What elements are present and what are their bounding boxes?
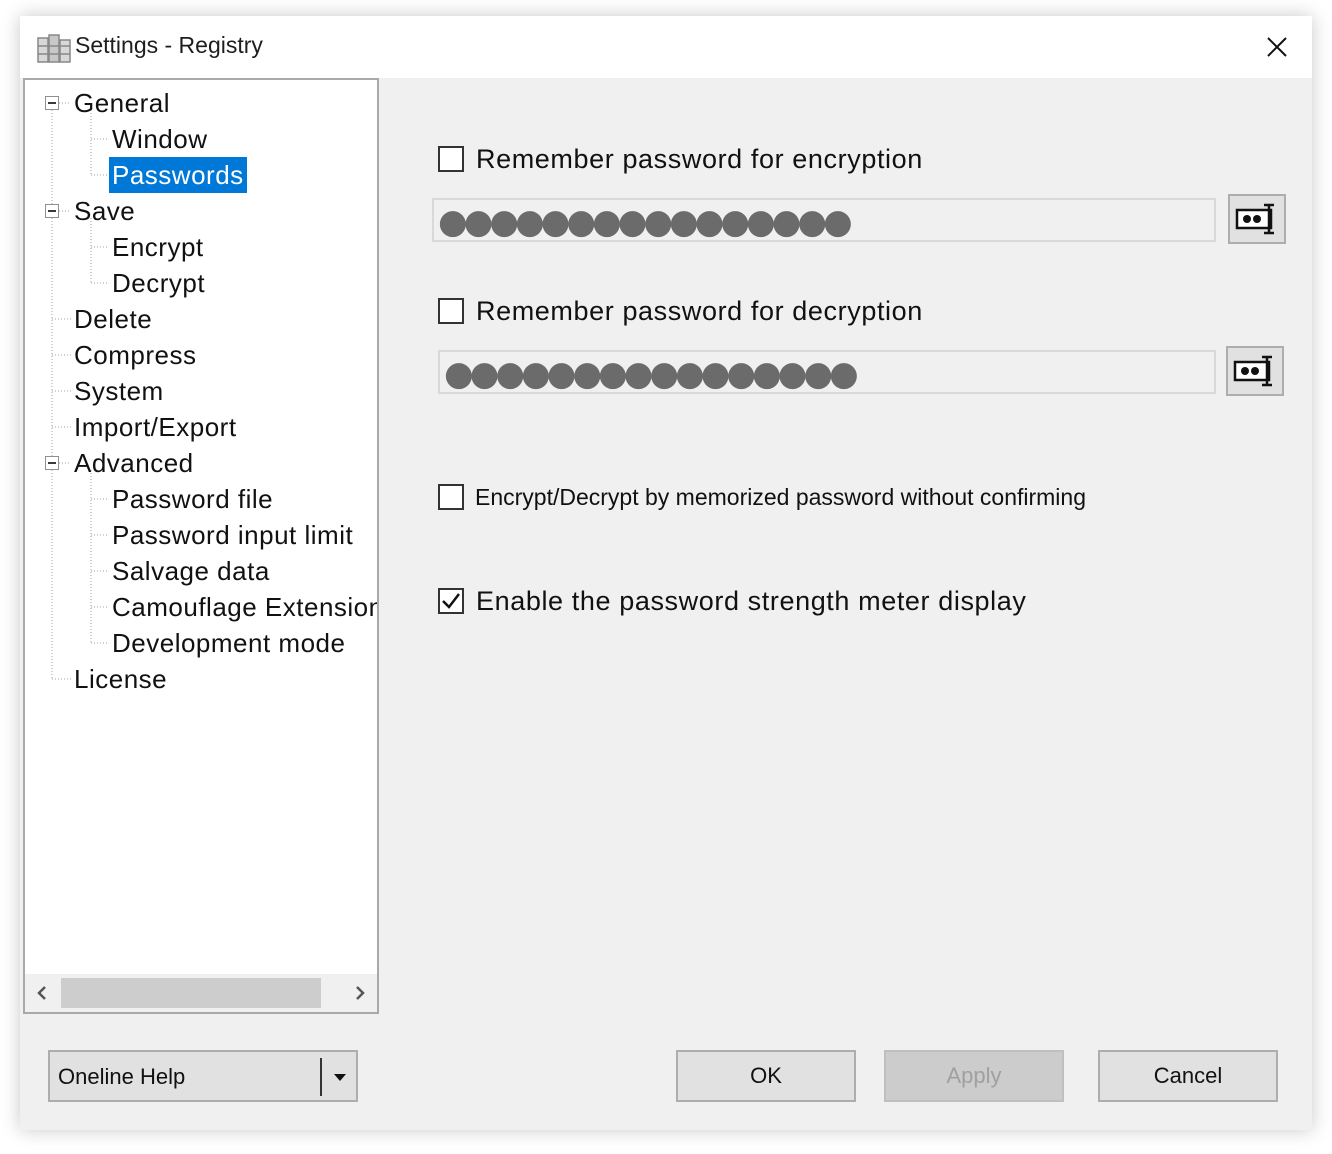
scroll-thumb[interactable] [61, 978, 321, 1008]
encrypt-password-field[interactable]: ●●●●●●●●●●●●●●●● [432, 198, 1216, 242]
expander-general[interactable] [45, 96, 59, 110]
tree-item-system[interactable]: System [71, 373, 167, 409]
tree-item-passwords[interactable]: Passwords [109, 157, 247, 193]
encrypt-show-password-button[interactable] [1228, 194, 1286, 244]
apply-button[interactable]: Apply [884, 1050, 1064, 1102]
tree-item-delete[interactable]: Delete [71, 301, 155, 337]
scroll-right-button[interactable] [343, 974, 377, 1012]
decrypt-password-value: ●●●●●●●●●●●●●●●● [444, 354, 859, 394]
close-button[interactable] [1250, 24, 1304, 70]
dropdown-separator [320, 1058, 322, 1096]
chevron-down-icon [334, 1074, 346, 1081]
app-icon [37, 34, 71, 63]
checkmark-icon [442, 593, 460, 609]
settings-tree[interactable]: General Window Passwords Save Encrypt De… [23, 78, 379, 1014]
no-confirm-label: Encrypt/Decrypt by memorized password wi… [475, 484, 1087, 510]
expander-advanced[interactable] [45, 456, 59, 470]
remember-decrypt-label: Remember password for decryption [476, 296, 923, 326]
strength-meter-checkbox[interactable] [438, 588, 464, 614]
chevron-right-icon [356, 986, 365, 1000]
tree-item-advanced[interactable]: Advanced [71, 445, 197, 481]
tree-item-camouflage-extension[interactable]: Camouflage Extension [109, 589, 377, 625]
remember-decrypt-checkbox[interactable] [438, 298, 464, 324]
tree-horizontal-scrollbar[interactable] [25, 974, 377, 1012]
decrypt-password-field[interactable]: ●●●●●●●●●●●●●●●● [438, 350, 1216, 394]
tree-item-save[interactable]: Save [71, 193, 138, 229]
tree-item-license[interactable]: License [71, 661, 170, 697]
decrypt-show-password-button[interactable] [1226, 346, 1284, 396]
strength-meter-label: Enable the password strength meter displ… [476, 586, 1027, 616]
tree-item-password-file[interactable]: Password file [109, 481, 276, 517]
tree-item-encrypt[interactable]: Encrypt [109, 229, 207, 265]
tree-item-salvage-data[interactable]: Salvage data [109, 553, 273, 589]
tree-item-import-export[interactable]: Import/Export [71, 409, 240, 445]
scroll-left-button[interactable] [25, 974, 59, 1012]
chevron-left-icon [37, 986, 46, 1000]
remember-encrypt-label: Remember password for encryption [476, 144, 923, 174]
ok-button[interactable]: OK [676, 1050, 856, 1102]
tree-item-development-mode[interactable]: Development mode [109, 625, 348, 661]
window-title: Settings - Registry [75, 32, 263, 58]
show-password-icon [1235, 203, 1274, 235]
no-confirm-checkbox[interactable] [438, 484, 464, 510]
tree-item-compress[interactable]: Compress [71, 337, 199, 373]
tree-item-password-input-limit[interactable]: Password input limit [109, 517, 356, 553]
online-help-selected: Oneline Help [58, 1064, 186, 1089]
expander-save[interactable] [45, 204, 59, 218]
online-help-dropdown[interactable]: Oneline Help [48, 1050, 358, 1102]
cancel-button[interactable]: Cancel [1098, 1050, 1278, 1102]
remember-encrypt-checkbox[interactable] [438, 146, 464, 172]
tree-item-general[interactable]: General [71, 85, 173, 121]
tree-item-window[interactable]: Window [109, 121, 210, 157]
show-password-icon [1233, 355, 1272, 387]
close-icon [1267, 37, 1287, 57]
encrypt-password-value: ●●●●●●●●●●●●●●●● [438, 202, 853, 242]
settings-window: Settings - Registry General Window Passw… [20, 16, 1312, 1130]
title-bar: Settings - Registry [20, 16, 1312, 78]
tree-item-decrypt[interactable]: Decrypt [109, 265, 208, 301]
